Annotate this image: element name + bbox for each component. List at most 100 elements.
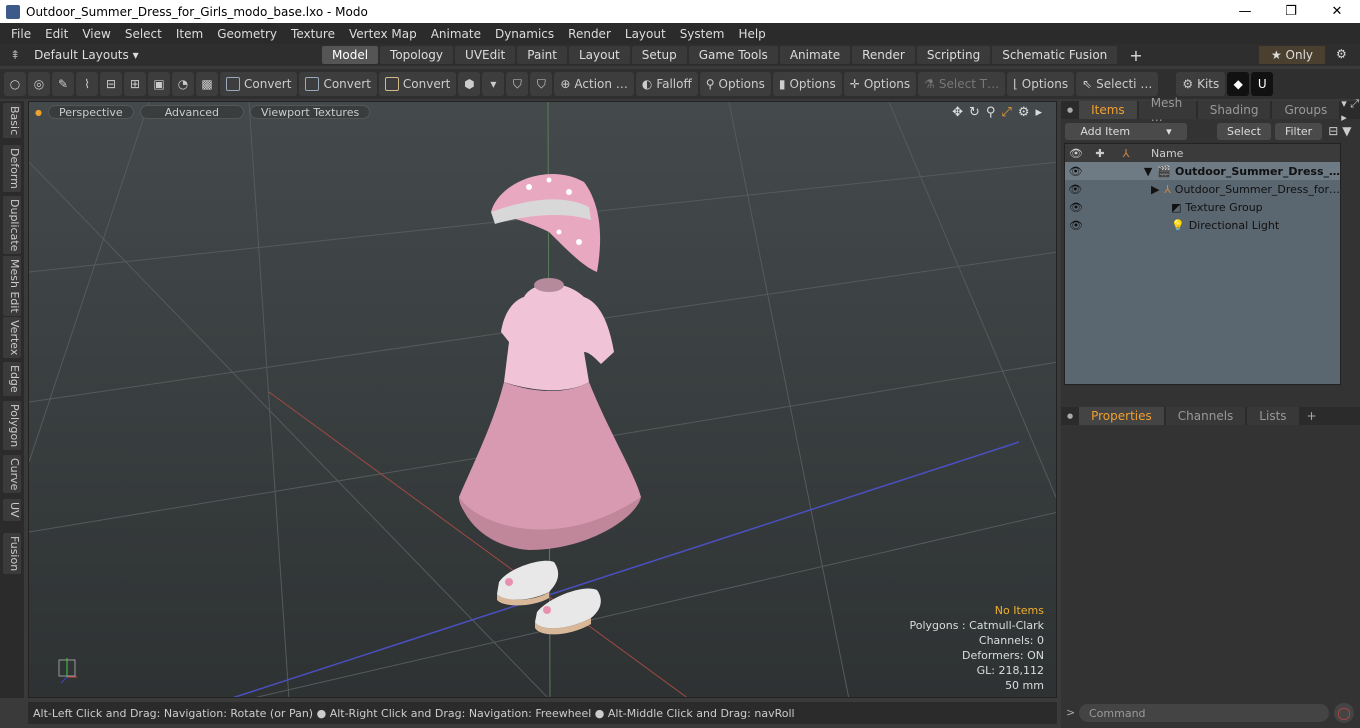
tab-basic[interactable]: Basic bbox=[3, 103, 21, 139]
polygon-mode-icon[interactable]: ⊞ bbox=[124, 72, 146, 96]
record-icon[interactable]: ◯ bbox=[1334, 703, 1354, 723]
box-icon[interactable]: ⬢ bbox=[458, 72, 481, 96]
tab-vertex[interactable]: Vertex bbox=[3, 317, 21, 359]
eye-icon[interactable]: 👁 bbox=[1065, 219, 1087, 232]
vertex-mode-icon[interactable]: ○ bbox=[4, 72, 26, 96]
tab-duplicate[interactable]: Duplicate bbox=[3, 196, 21, 255]
viewport-gear-icon[interactable]: ⚙ bbox=[1018, 105, 1030, 120]
tab-render[interactable]: Render bbox=[852, 46, 915, 64]
3d-viewport[interactable]: ● Perspective Advanced Viewport Textures… bbox=[28, 101, 1057, 698]
unity-icon[interactable]: ◆ bbox=[1227, 72, 1250, 96]
select-button[interactable]: Select bbox=[1217, 122, 1271, 140]
options-button-1[interactable]: ⚲ Options bbox=[699, 72, 771, 96]
collapse-icon[interactable]: ⊟ bbox=[1328, 124, 1338, 138]
convert-button-3[interactable]: Convert bbox=[378, 72, 457, 96]
command-input[interactable]: Command bbox=[1079, 704, 1329, 722]
close-button[interactable]: ✕ bbox=[1314, 0, 1360, 23]
symmetry-icon[interactable]: ⛉ bbox=[506, 72, 529, 96]
maximize-button[interactable]: ❐ bbox=[1268, 0, 1314, 23]
menu-item[interactable]: Item bbox=[169, 27, 210, 41]
list-item[interactable]: 👁 💡 Directional Light bbox=[1065, 216, 1340, 234]
pan-icon[interactable]: ✥ bbox=[952, 105, 963, 120]
only-toggle[interactable]: ★ Only bbox=[1259, 46, 1325, 64]
tab-fusion[interactable]: Fusion bbox=[3, 533, 21, 575]
list-item[interactable]: 👁 ◩ Texture Group bbox=[1065, 198, 1340, 216]
brush-icon[interactable]: ⌇ bbox=[76, 72, 98, 96]
expand-arrow-icon[interactable]: ▼ bbox=[1144, 165, 1157, 178]
tab-paint[interactable]: Paint bbox=[517, 46, 567, 64]
tab-edge[interactable]: Edge bbox=[3, 362, 21, 396]
selection-button[interactable]: ⇖ Selecti … bbox=[1076, 72, 1159, 96]
tab-items[interactable]: Items bbox=[1079, 101, 1137, 119]
list-item[interactable]: 👁 ▼ 🎬 Outdoor_Summer_Dress_… bbox=[1065, 162, 1340, 180]
viewport-textures-button[interactable]: Viewport Textures bbox=[250, 105, 371, 119]
add-item-button[interactable]: Add Item ▾ bbox=[1065, 122, 1187, 140]
options-button-2[interactable]: ▮ Options bbox=[772, 72, 842, 96]
sphere-mode-icon[interactable]: ◎ bbox=[28, 72, 50, 96]
menu-view[interactable]: View bbox=[75, 27, 117, 41]
name-column-header[interactable]: Name bbox=[1151, 147, 1183, 160]
expand-arrow-icon[interactable]: ▶ bbox=[1151, 183, 1164, 196]
menu-animate[interactable]: Animate bbox=[424, 27, 488, 41]
menu-edit[interactable]: Edit bbox=[38, 27, 75, 41]
rotate-icon[interactable]: ↻ bbox=[969, 105, 980, 120]
minimize-button[interactable]: — bbox=[1222, 0, 1268, 23]
item-mode-icon[interactable]: ▣ bbox=[148, 72, 170, 96]
perspective-button[interactable]: Perspective bbox=[47, 105, 134, 119]
tab-shading[interactable]: Shading bbox=[1197, 101, 1271, 119]
menu-select[interactable]: Select bbox=[118, 27, 169, 41]
unreal-icon[interactable]: U bbox=[1251, 72, 1274, 96]
menu-file[interactable]: File bbox=[4, 27, 38, 41]
menu-vertex-map[interactable]: Vertex Map bbox=[342, 27, 424, 41]
tab-polygon[interactable]: Polygon bbox=[3, 401, 21, 451]
tab-layout[interactable]: Layout bbox=[568, 46, 630, 64]
kits-button[interactable]: ⚙ Kits bbox=[1176, 72, 1226, 96]
tab-lists[interactable]: Lists bbox=[1247, 407, 1299, 425]
tab-model[interactable]: Model bbox=[322, 46, 379, 64]
convert-button-1[interactable]: Convert bbox=[220, 72, 298, 96]
tab-properties[interactable]: Properties bbox=[1079, 407, 1164, 425]
tab-schematic-fusion[interactable]: Schematic Fusion bbox=[992, 46, 1118, 64]
tab-scripting[interactable]: Scripting bbox=[916, 46, 991, 64]
add-tab-button[interactable]: + bbox=[1119, 46, 1152, 65]
eye-icon[interactable]: 👁 bbox=[1065, 201, 1087, 214]
eye-icon[interactable]: 👁 bbox=[1065, 165, 1086, 178]
gear-icon[interactable]: ⚙ bbox=[1336, 47, 1347, 61]
tab-channels[interactable]: Channels bbox=[1165, 407, 1246, 425]
tab-uv[interactable]: UV bbox=[3, 499, 21, 521]
menu-texture[interactable]: Texture bbox=[284, 27, 342, 41]
advanced-button[interactable]: Advanced bbox=[139, 105, 245, 119]
tab-mesh-edit[interactable]: Mesh Edit bbox=[3, 256, 21, 316]
filter-funnel-icon[interactable]: ▼ bbox=[1342, 124, 1351, 138]
menu-system[interactable]: System bbox=[673, 27, 732, 41]
tab-deform[interactable]: Deform bbox=[3, 145, 21, 192]
edge-mode-icon[interactable]: ⊟ bbox=[100, 72, 122, 96]
falloff-button[interactable]: ◐ Falloff bbox=[635, 72, 698, 96]
menu-geometry[interactable]: Geometry bbox=[210, 27, 284, 41]
snap-icon[interactable]: ⛉ bbox=[530, 72, 553, 96]
tab-topology[interactable]: Topology bbox=[380, 46, 454, 64]
zoom-icon[interactable]: ⚲ bbox=[986, 105, 996, 120]
viewport-menu-icon[interactable]: ▸ bbox=[1035, 105, 1042, 120]
cube-icon[interactable]: ▩ bbox=[196, 72, 218, 96]
tab-mesh[interactable]: Mesh … bbox=[1138, 96, 1196, 124]
action-center-button[interactable]: ⊕ Action … bbox=[554, 72, 634, 96]
default-layouts-dropdown[interactable]: ⇞ Default Layouts ▾ bbox=[0, 44, 322, 66]
eye-icon[interactable]: 👁 bbox=[1065, 183, 1086, 196]
tab-uvedit[interactable]: UVEdit bbox=[455, 46, 516, 64]
tab-setup[interactable]: Setup bbox=[631, 46, 687, 64]
add-panel-tab-button[interactable]: + bbox=[1307, 409, 1317, 423]
convert-button-2[interactable]: Convert bbox=[299, 72, 377, 96]
chevron-down-icon[interactable]: ▾ bbox=[482, 72, 505, 96]
menu-render[interactable]: Render bbox=[561, 27, 618, 41]
tab-groups[interactable]: Groups bbox=[1272, 101, 1340, 119]
menu-layout[interactable]: Layout bbox=[618, 27, 673, 41]
pen-icon[interactable]: ✎ bbox=[52, 72, 74, 96]
material-mode-icon[interactable]: ◔ bbox=[172, 72, 194, 96]
select-through-button[interactable]: ⚗ Select T… bbox=[918, 72, 1006, 96]
tab-curve[interactable]: Curve bbox=[3, 455, 21, 494]
menu-help[interactable]: Help bbox=[731, 27, 772, 41]
list-item[interactable]: 👁 ▶ ⅄ Outdoor_Summer_Dress_for… bbox=[1065, 180, 1340, 198]
tab-animate[interactable]: Animate bbox=[779, 46, 851, 64]
panel-expand-icon[interactable]: ▾ ⤢ ▸ bbox=[1341, 97, 1360, 124]
